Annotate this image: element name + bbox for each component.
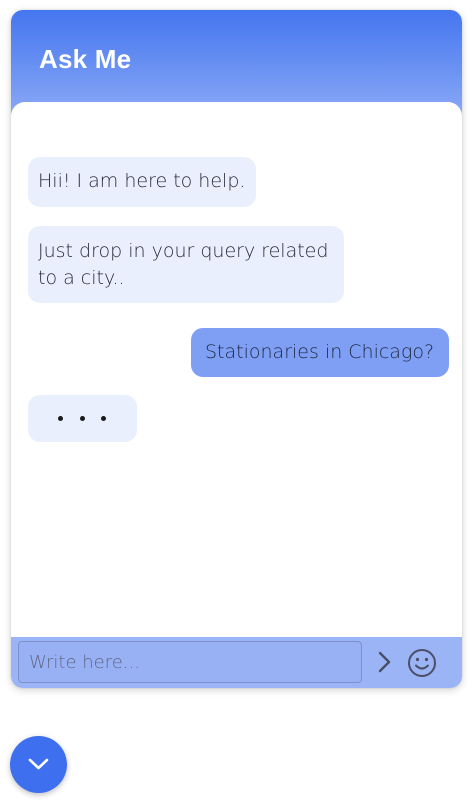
typing-dot: [58, 416, 63, 421]
composer-bar: [11, 637, 462, 688]
message-input[interactable]: [18, 641, 362, 683]
typing-indicator: [28, 395, 137, 442]
chat-toggle-button[interactable]: [10, 736, 67, 793]
bot-message: Hii! I am here to help.: [28, 157, 256, 207]
bot-message: Just drop in your query related to a cit…: [28, 226, 344, 303]
chat-title: Ask Me: [39, 44, 132, 74]
user-message: Stationaries in Chicago?: [191, 328, 449, 377]
chat-window: Ask Me Hii! I am here to help. Just drop…: [11, 10, 462, 688]
typing-dot: [80, 416, 85, 421]
send-button[interactable]: [374, 648, 396, 676]
typing-dot: [101, 416, 106, 421]
emoji-button[interactable]: [407, 648, 437, 678]
smiley-icon: [408, 649, 436, 677]
chevron-down-icon: [28, 758, 49, 770]
chevron-right-icon: [378, 651, 391, 673]
message-list[interactable]: Hii! I am here to help. Just drop in you…: [11, 102, 462, 637]
